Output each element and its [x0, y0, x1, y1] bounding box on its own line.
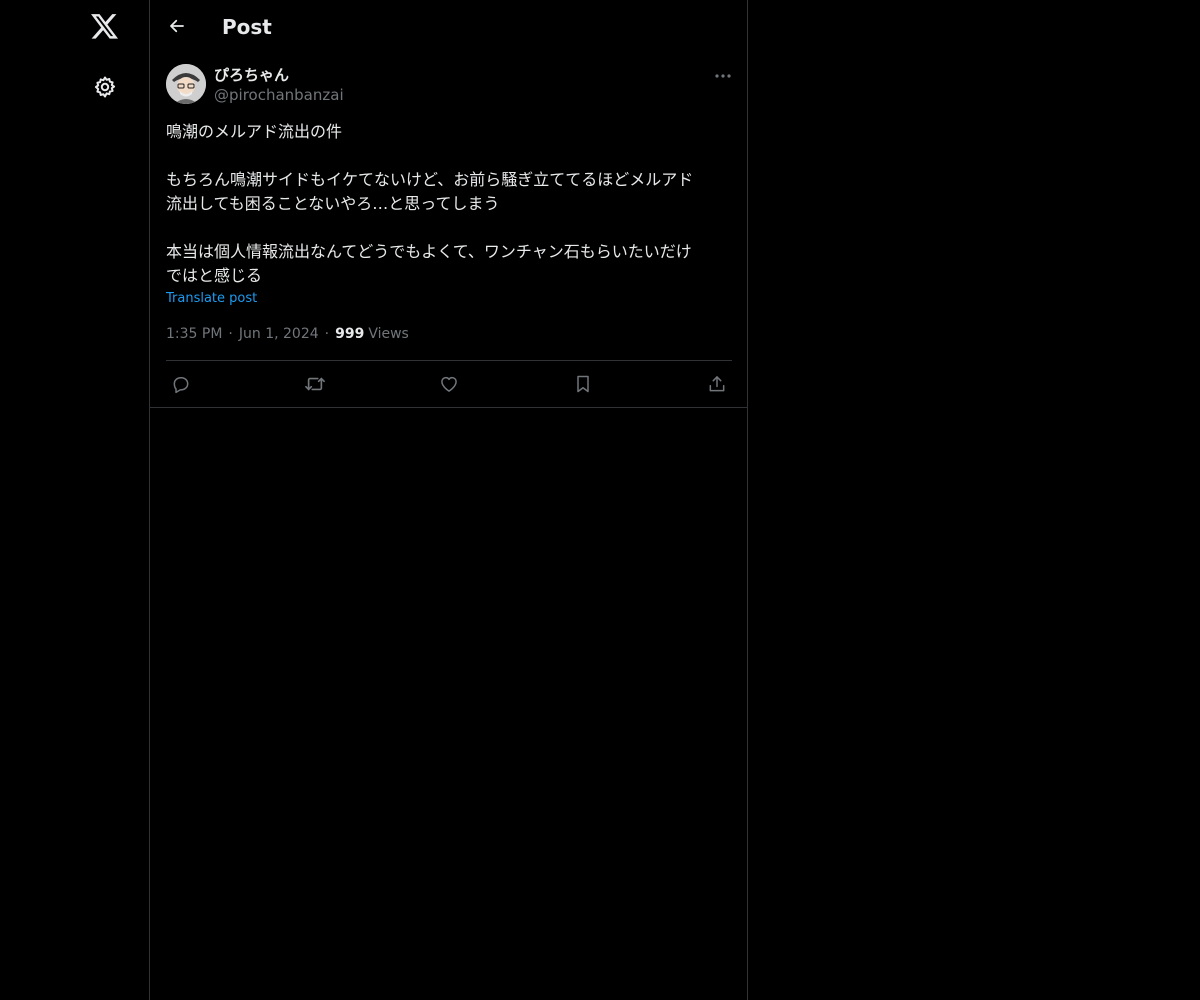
share-icon[interactable] [704, 371, 730, 397]
like-icon[interactable] [436, 371, 462, 397]
separator-dot: · [324, 326, 330, 342]
post-detail: ぴろちゃん @pirochanbanzai 鳴潮のメルアド流出の件 もちろん鳴潮… [150, 54, 748, 408]
post-text: 鳴潮のメルアド流出の件 もちろん鳴潮サイドもイケてないけど、お前ら騒ぎ立ててるほ… [166, 120, 732, 288]
separator-dot: · [228, 326, 233, 342]
post-meta: 1:35 PM · Jun 1, 2024 · 999 Views [166, 324, 409, 344]
translate-post-link[interactable]: Translate post [166, 290, 257, 308]
divider [166, 360, 732, 361]
post-date[interactable]: Jun 1, 2024 [239, 324, 319, 344]
left-rail [0, 0, 149, 1000]
views-count: 999 [335, 326, 365, 342]
back-arrow-icon[interactable] [164, 13, 190, 39]
author-handle[interactable]: @pirochanbanzai [214, 85, 344, 105]
more-options-icon[interactable] [711, 66, 735, 86]
post-text-line: 本当は個人情報流出なんてどうでもよくて、ワンチャン石もらいたいだけ [166, 242, 692, 261]
post-text-line: ではと感じる [166, 266, 263, 285]
post-time[interactable]: 1:35 PM [166, 324, 222, 344]
gear-icon[interactable] [91, 73, 119, 101]
views-label: Views [368, 326, 409, 342]
avatar[interactable] [166, 64, 206, 104]
page-header: Post [150, 0, 748, 54]
post-text-line: 鳴潮のメルアド流出の件 [166, 122, 343, 141]
main-column: Post ぴろちゃん @pirochanbanzai 鳴潮のメルアド流出の件 も… [149, 0, 748, 1000]
reply-icon[interactable] [168, 371, 194, 397]
post-text-line: もちろん鳴潮サイドもイケてないけど、お前ら騒ぎ立ててるほどメルアド [166, 170, 694, 189]
page-title: Post [222, 15, 272, 39]
author-display-name[interactable]: ぴろちゃん [214, 65, 289, 85]
repost-icon[interactable] [302, 371, 328, 397]
post-text-line: 流出しても困ることないやろ…と思ってしまう [166, 194, 500, 213]
post-actions [166, 371, 732, 397]
bookmark-icon[interactable] [570, 371, 596, 397]
x-logo-icon[interactable] [89, 11, 121, 43]
